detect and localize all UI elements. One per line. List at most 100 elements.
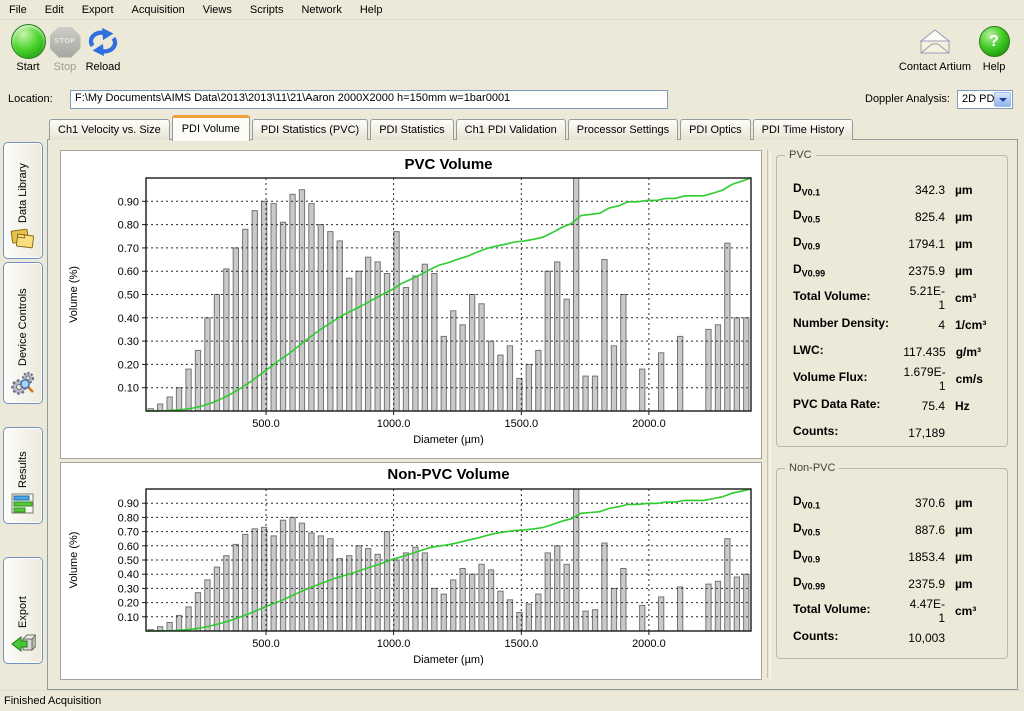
tab-ch1-pdi-validation[interactable]: Ch1 PDI Validation (456, 119, 566, 140)
svg-text:0.30: 0.30 (118, 336, 139, 348)
contact-artium-button[interactable]: Contact Artium (896, 24, 974, 73)
svg-text:1500.0: 1500.0 (504, 418, 538, 430)
location-label: Location: (8, 93, 53, 105)
svg-text:Diameter (µm): Diameter (µm) (413, 434, 484, 446)
help-label: Help (975, 61, 1013, 73)
svg-text:1000.0: 1000.0 (377, 418, 411, 430)
sidebar-item-results[interactable]: Results (3, 427, 43, 524)
svg-text:Non-PVC Volume: Non-PVC Volume (387, 466, 509, 483)
doppler-analysis-value: 2D PDI (962, 93, 997, 105)
svg-text:1500.0: 1500.0 (504, 638, 538, 650)
menu-network[interactable]: Network (292, 2, 350, 18)
svg-text:0.90: 0.90 (118, 498, 139, 510)
export-arrow-icon (10, 632, 36, 656)
svg-text:0.30: 0.30 (118, 583, 139, 595)
tab-pdi-statistics-pvc[interactable]: PDI Statistics (PVC) (252, 119, 368, 140)
svg-text:500.0: 500.0 (252, 638, 280, 650)
toolbar: Start STOP Stop Reload Contact Artium (0, 20, 1024, 86)
nonpvc-volume-chart-panel: 0.10 0.20 0.30 0.40 0.50 0.60 0.70 0.80 0.90 500.… (60, 462, 762, 680)
svg-text:1000.0: 1000.0 (377, 638, 411, 650)
stop-icon: STOP (50, 27, 81, 58)
stop-label: Stop (47, 61, 83, 73)
tab-pdi-time-history[interactable]: PDI Time History (753, 119, 854, 140)
svg-text:Volume (%): Volume (%) (68, 266, 80, 323)
start-icon (11, 24, 46, 59)
stat-row-number-density: Number Density:41/cm³ (777, 311, 1007, 338)
svg-text:0.60: 0.60 (118, 541, 139, 553)
svg-text:0.10: 0.10 (118, 383, 139, 395)
start-button[interactable]: Start (7, 24, 49, 73)
menu-acquisition[interactable]: Acquisition (123, 2, 194, 18)
svg-text:2000.0: 2000.0 (632, 418, 666, 430)
nonpvc-volume-chart: 0.10 0.20 0.30 0.40 0.50 0.60 0.70 0.80 0.90 500.… (61, 463, 761, 680)
svg-text:0.50: 0.50 (118, 290, 139, 302)
menu-file[interactable]: File (0, 2, 36, 18)
gears-icon (10, 370, 36, 396)
svg-text:Diameter (µm): Diameter (µm) (413, 654, 484, 666)
svg-text:0.20: 0.20 (118, 598, 139, 610)
tab-strip: Ch1 Velocity vs. Size PDI Volume PDI Sta… (49, 115, 855, 140)
stat-row-volume-flux: Volume Flux:1.679E-1cm/s (777, 365, 1007, 392)
vertical-splitter[interactable] (767, 150, 771, 678)
contact-artium-label: Contact Artium (896, 61, 974, 73)
location-field[interactable]: F:\My Documents\AIMS Data\2013\2013\11\2… (70, 90, 668, 109)
stat-row-dv01: DV0.1370.6µm (777, 489, 1007, 516)
svg-text:0.90: 0.90 (118, 196, 139, 208)
stat-row-dv099: DV0.992375.9µm (777, 257, 1007, 284)
nonpvc-stats-group: Non-PVC DV0.1370.6µm DV0.5887.6µm DV0.91… (776, 468, 1008, 659)
menu-edit[interactable]: Edit (36, 2, 73, 18)
stat-row-counts: Counts:10,003 (777, 624, 1007, 651)
stat-row-dv01: DV0.1342.3µm (777, 176, 1007, 203)
sidebar-item-data-library[interactable]: Data Library (3, 142, 43, 259)
folders-icon (10, 227, 36, 251)
envelope-icon (917, 28, 953, 56)
pvc-group-title: PVC (785, 149, 816, 161)
bar-chart-icon (10, 492, 36, 516)
svg-text:Volume (%): Volume (%) (68, 532, 80, 589)
svg-text:0.80: 0.80 (118, 512, 139, 524)
stat-row-dv05: DV0.5825.4µm (777, 203, 1007, 230)
menu-scripts[interactable]: Scripts (241, 2, 293, 18)
svg-text:0.70: 0.70 (118, 527, 139, 539)
tab-processor-settings[interactable]: Processor Settings (568, 119, 678, 140)
pvc-volume-chart-panel: 0.100.200.300.400.500.600.700.800.90500.… (60, 150, 762, 459)
help-button[interactable]: ? Help (975, 24, 1013, 73)
tab-ch1-velocity-vs-size[interactable]: Ch1 Velocity vs. Size (49, 119, 170, 140)
stat-row-counts: Counts:17,189 (777, 419, 1007, 446)
sidebar-item-device-controls[interactable]: Device Controls (3, 262, 43, 404)
stat-row-dv099: DV0.992375.9µm (777, 570, 1007, 597)
tab-pdi-optics[interactable]: PDI Optics (680, 119, 751, 140)
svg-text:0.40: 0.40 (118, 569, 139, 581)
stat-row-pvc-data-rate: PVC Data Rate:75.4Hz (777, 392, 1007, 419)
svg-text:0.10: 0.10 (118, 612, 139, 624)
menu-help[interactable]: Help (351, 2, 392, 18)
status-bar: Finished Acquisition (0, 690, 1024, 711)
stat-row-dv05: DV0.5887.6µm (777, 516, 1007, 543)
chevron-down-icon[interactable] (994, 92, 1011, 107)
svg-text:0.60: 0.60 (118, 266, 139, 278)
svg-text:0.20: 0.20 (118, 359, 139, 371)
tab-pdi-volume[interactable]: PDI Volume (172, 115, 250, 141)
svg-text:PVC Volume: PVC Volume (404, 156, 492, 173)
menu-views[interactable]: Views (194, 2, 241, 18)
sidebar-item-export[interactable]: Export (3, 557, 43, 664)
svg-text:0.50: 0.50 (118, 555, 139, 567)
tab-pdi-statistics[interactable]: PDI Statistics (370, 119, 453, 140)
stat-row-total-volume: Total Volume:5.21E-1cm³ (777, 284, 1007, 311)
pvc-volume-chart: 0.100.200.300.400.500.600.700.800.90500.… (61, 151, 761, 459)
doppler-analysis-select[interactable]: 2D PDI (957, 90, 1013, 109)
reload-icon (86, 26, 120, 58)
start-label: Start (7, 61, 49, 73)
help-icon: ? (979, 26, 1010, 57)
svg-text:0.80: 0.80 (118, 220, 139, 232)
svg-text:500.0: 500.0 (252, 418, 280, 430)
reload-button[interactable]: Reload (82, 24, 124, 73)
pvc-stats-group: PVC DV0.1342.3µm DV0.5825.4µm DV0.91794.… (776, 155, 1008, 447)
stat-row-total-volume: Total Volume:4.47E-1cm³ (777, 597, 1007, 624)
reload-label: Reload (82, 61, 124, 73)
stop-button[interactable]: STOP Stop (47, 24, 83, 73)
menubar: File Edit Export Acquisition Views Scrip… (0, 0, 1024, 20)
stat-row-dv09: DV0.91794.1µm (777, 230, 1007, 257)
status-text: Finished Acquisition (4, 695, 101, 707)
menu-export[interactable]: Export (73, 2, 123, 18)
